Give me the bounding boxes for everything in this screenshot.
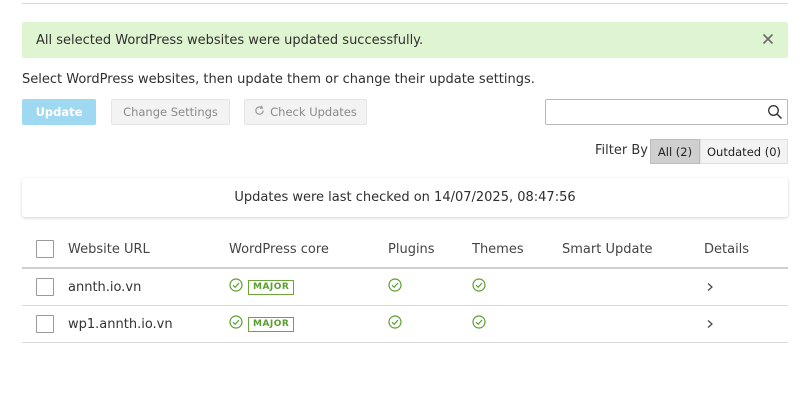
table-row: annth.io.vn MAJOR [22, 269, 788, 306]
check-circle-icon [229, 278, 243, 296]
column-header-details: Details [704, 241, 750, 257]
column-header-plugins: Plugins [388, 241, 435, 257]
core-status: MAJOR [229, 306, 295, 342]
core-status: MAJOR [229, 269, 295, 305]
plugins-status [388, 269, 402, 305]
chevron-right-icon[interactable] [705, 269, 715, 305]
top-divider [22, 3, 788, 4]
filter-all-button[interactable]: All (2) [650, 139, 700, 164]
close-icon[interactable] [760, 31, 776, 47]
check-circle-icon [388, 278, 402, 296]
intro-text: Select WordPress websites, then update t… [22, 72, 535, 87]
themes-status [472, 306, 486, 342]
major-badge: MAJOR [248, 316, 295, 332]
refresh-icon [254, 105, 265, 119]
check-circle-icon [472, 278, 486, 296]
check-circle-icon [388, 315, 402, 333]
column-header-core: WordPress core [229, 241, 329, 257]
row-checkbox[interactable] [36, 315, 54, 333]
column-header-url[interactable]: Website URL [68, 231, 150, 267]
themes-status [472, 269, 486, 305]
search-input[interactable] [546, 100, 761, 124]
filter-outdated-button[interactable]: Outdated (0) [700, 139, 788, 164]
check-updates-label: Check Updates [270, 105, 357, 119]
success-alert: All selected WordPress websites were upd… [22, 22, 788, 58]
table-header: Website URL WordPress core Plugins Theme… [22, 231, 788, 269]
column-header-smart-update: Smart Update [562, 241, 653, 257]
select-all-checkbox[interactable] [36, 240, 54, 258]
last-checked-text: Updates were last checked on 14/07/2025,… [234, 190, 576, 205]
search-icon[interactable] [767, 104, 783, 120]
search-box [545, 99, 788, 125]
check-updates-button[interactable]: Check Updates [244, 99, 367, 125]
alert-message: All selected WordPress websites were upd… [36, 32, 424, 48]
chevron-right-icon[interactable] [705, 306, 715, 342]
update-button[interactable]: Update [22, 99, 96, 125]
plugins-status [388, 306, 402, 342]
check-circle-icon [472, 315, 486, 333]
website-url[interactable]: annth.io.vn [68, 269, 141, 305]
filter-label: Filter By [595, 143, 648, 158]
major-badge: MAJOR [248, 279, 295, 295]
last-checked-banner: Updates were last checked on 14/07/2025,… [22, 178, 788, 217]
table-row: wp1.annth.io.vn MAJOR [22, 306, 788, 343]
check-circle-icon [229, 315, 243, 333]
column-header-themes: Themes [472, 241, 524, 257]
websites-table: Website URL WordPress core Plugins Theme… [22, 231, 788, 343]
website-url[interactable]: wp1.annth.io.vn [68, 306, 173, 342]
change-settings-button[interactable]: Change Settings [111, 99, 230, 125]
row-checkbox[interactable] [36, 278, 54, 296]
